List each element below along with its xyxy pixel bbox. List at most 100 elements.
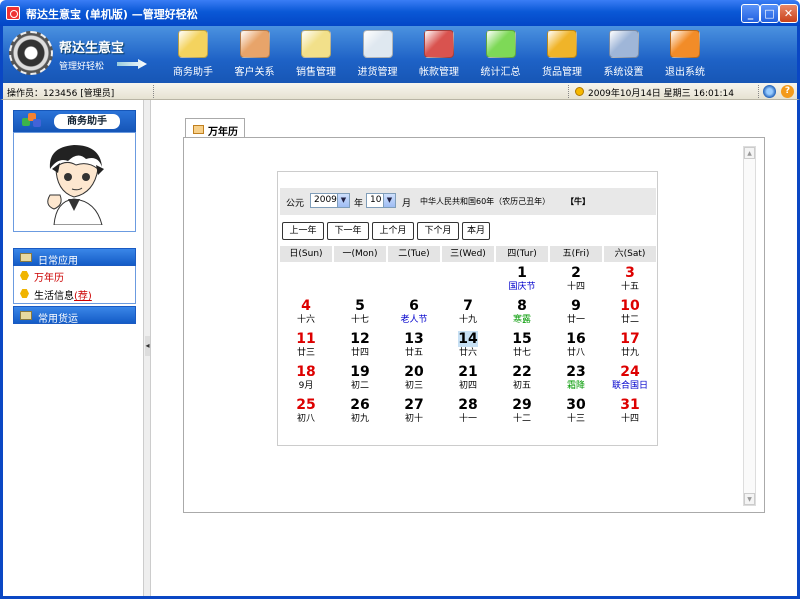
lunar-date: 十九 [458, 315, 477, 325]
calendar-day[interactable]: 23 霜降 [550, 363, 602, 395]
maximize-button[interactable]: □ [760, 4, 779, 23]
weekday-label: 四(Tur) [496, 246, 548, 262]
close-button[interactable]: ✕ [779, 4, 798, 23]
toolbar-item-2[interactable]: 客户关系 [225, 30, 285, 80]
calendar-day[interactable]: 22 初五 [496, 363, 548, 395]
calendar-panel: ▲ ▼ 公元 2009 ▼ 年 10 ▼ 月 中华人民共和国60年（农历己丑年）… [183, 137, 765, 513]
lunar-date: 十一 [458, 414, 477, 424]
calendar-day[interactable]: 13 廿五 [388, 330, 440, 362]
tab-calendar[interactable]: 万年历 [185, 118, 245, 138]
calendar-day[interactable]: 30 十三 [550, 396, 602, 428]
folder-icon [193, 125, 204, 134]
calendar-day[interactable]: 24 联合国日 [604, 363, 656, 395]
day-number: 5 [355, 298, 365, 314]
help-icon[interactable]: ? [781, 85, 794, 98]
toolbar-item-1[interactable]: 商务助手 [163, 30, 223, 80]
calendar-day[interactable]: 7 十九 [442, 297, 494, 329]
calendar-day[interactable]: 10 廿二 [604, 297, 656, 329]
calendar-day[interactable]: 27 初十 [388, 396, 440, 428]
refresh-icon[interactable] [763, 85, 776, 98]
lunar-date: 十三 [566, 414, 585, 424]
sidebar-item-label: 生活信息 [34, 291, 74, 302]
clock-icon [575, 87, 584, 96]
minimize-button[interactable]: _ [741, 4, 760, 23]
toolbar-item-7[interactable]: 货品管理 [532, 30, 592, 80]
calendar-day[interactable]: 5 十七 [334, 297, 386, 329]
toolbar-item-3[interactable]: 销售管理 [286, 30, 346, 80]
prev-month-button[interactable]: 上个月 [372, 222, 414, 240]
weekday-header: 日(Sun) 一(Mon) 二(Tue) 三(Wed) 四(Tur) 五(Fri) 六(Sa… [280, 246, 656, 262]
weekday-label: 六(Sat) [604, 246, 656, 262]
scroll-up-icon[interactable]: ▲ [744, 147, 755, 159]
calendar-day[interactable]: 21 初四 [442, 363, 494, 395]
collapse-arrow-icon[interactable]: ◂ [145, 336, 150, 356]
lunar-date: 初三 [404, 381, 423, 391]
calendar-day[interactable]: 2 十四 [550, 264, 602, 296]
calendar-day[interactable]: 9 廿一 [550, 297, 602, 329]
arrow-icon [117, 59, 147, 69]
day-number: 29 [512, 397, 532, 413]
lunar-date: 初五 [512, 381, 531, 391]
lunar-date: 联合国日 [611, 381, 648, 391]
lunar-year-info: 中华人民共和国60年（农历己丑年） [420, 197, 551, 206]
calendar-day[interactable]: 25 初八 [280, 396, 332, 428]
clipboard-icon [301, 30, 331, 58]
next-month-button[interactable]: 下个月 [417, 222, 459, 240]
calendar-day[interactable]: 18 9月 [280, 363, 332, 395]
calendar-day[interactable]: 26 初九 [334, 396, 386, 428]
lunar-date: 廿二 [620, 315, 639, 325]
exit-out-icon [670, 30, 700, 58]
day-number: 4 [301, 298, 311, 314]
toolbar-item-label: 货品管理 [542, 67, 582, 78]
calendar-day[interactable]: 4 十六 [280, 297, 332, 329]
this-month-button[interactable]: 本月 [462, 222, 490, 240]
toolbar-item-6[interactable]: 统计汇总 [471, 30, 531, 80]
recommend-badge: (荐) [74, 291, 92, 302]
calendar-day[interactable]: 31 十四 [604, 396, 656, 428]
day-number: 16 [566, 331, 586, 347]
shipping-header[interactable]: 常用货运 [13, 306, 136, 325]
daily-apps-header[interactable]: 日常应用 [13, 248, 136, 267]
main-toolbar: 帮达生意宝 管理好轻松 商务助手 客户关系 销售管理 进货管理 帐款管理 统计汇总 货品管理… [0, 26, 800, 83]
toolbar-item-4[interactable]: 进货管理 [348, 30, 408, 80]
toolbar-item-label: 系统设置 [603, 67, 644, 78]
window-title: 帮达生意宝 (单机版) —管理好轻松 [26, 8, 198, 21]
toolbar-item-5[interactable]: 帐款管理 [409, 30, 469, 80]
calendar-day[interactable]: 8 寒露 [496, 297, 548, 329]
scroll-down-icon[interactable]: ▼ [744, 493, 755, 505]
day-number: 31 [620, 397, 640, 413]
day-number: 12 [350, 331, 370, 347]
assistant-title: 商务助手 [54, 114, 120, 129]
prev-year-button[interactable]: 上一年 [282, 222, 324, 240]
calendar-day[interactable]: 28 十一 [442, 396, 494, 428]
month-select[interactable]: 10 ▼ [366, 193, 396, 208]
calendar-day[interactable]: 1 国庆节 [496, 264, 548, 296]
calendar-day[interactable]: 15 廿七 [496, 330, 548, 362]
era-label: 公元 [286, 199, 305, 209]
toolbar-item-8[interactable]: 系统设置 [594, 30, 654, 80]
boxes-icon [547, 30, 577, 58]
calendar: 公元 2009 ▼ 年 10 ▼ 月 中华人民共和国60年（农历己丑年） 【牛】… [277, 171, 658, 446]
calendar-day[interactable]: 6 老人节 [388, 297, 440, 329]
sidebar-splitter[interactable]: ◂ [143, 100, 151, 596]
toolbar-item-9[interactable]: 退出系统 [655, 30, 715, 80]
current-datetime: 2009年10月14日 星期三 16:01:14 [588, 89, 734, 99]
calendar-day[interactable]: 12 廿四 [334, 330, 386, 362]
lunar-date: 初四 [458, 381, 477, 391]
calendar-day[interactable]: 3 十五 [604, 264, 656, 296]
calendar-day[interactable]: 29 十二 [496, 396, 548, 428]
next-year-button[interactable]: 下一年 [327, 222, 369, 240]
lunar-date: 寒露 [512, 315, 531, 325]
calendar-day[interactable]: 16 廿八 [550, 330, 602, 362]
year-select[interactable]: 2009 ▼ [310, 193, 350, 208]
calendar-day[interactable]: 19 初二 [334, 363, 386, 395]
lunar-date: 廿四 [350, 348, 369, 358]
calendar-day[interactable]: 14 廿六 [442, 330, 494, 362]
weekday-label: 三(Wed) [442, 246, 494, 262]
calendar-day[interactable]: 20 初三 [388, 363, 440, 395]
lunar-date: 9月 [298, 381, 314, 391]
toolbar-item-label: 退出系统 [665, 67, 705, 78]
vertical-scrollbar[interactable]: ▲ ▼ [743, 146, 756, 506]
calendar-day[interactable]: 17 廿九 [604, 330, 656, 362]
calendar-day[interactable]: 11 廿三 [280, 330, 332, 362]
